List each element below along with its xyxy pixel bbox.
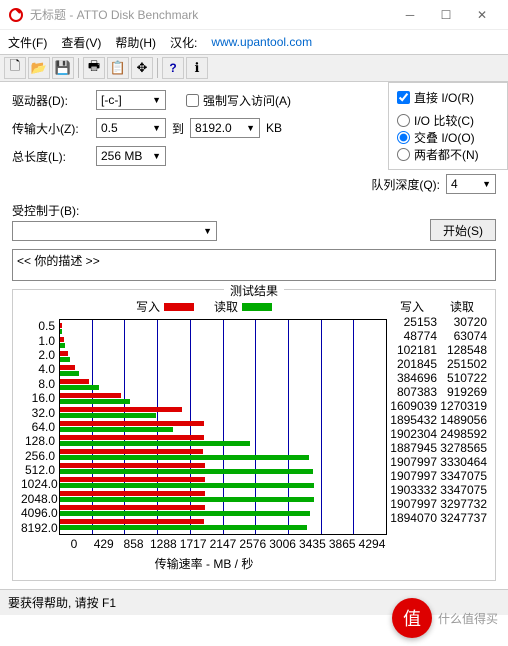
app-icon [8,7,24,23]
results-panel: 测试结果 写入 读取 0.51.02.04.08.016.032.064.012… [12,289,496,581]
window-title: 无标题 - ATTO Disk Benchmark [30,6,392,23]
io-options: 直接 I/O(R) I/O 比较(C) 交叠 I/O(O) 两者都不(N) [388,82,508,170]
drive-select[interactable]: [-c-]▼ [96,90,166,110]
new-icon[interactable]: 🗋 [4,57,26,79]
help-icon[interactable]: ? [162,57,184,79]
io-compare-radio[interactable]: I/O 比较(C) [397,112,499,129]
menu-view[interactable]: 查看(V) [61,34,101,51]
open-icon[interactable]: 📂 [28,57,50,79]
move-icon[interactable]: ✥ [131,57,153,79]
copy-icon[interactable]: 📋 [107,57,129,79]
menu-file[interactable]: 文件(F) [8,34,47,51]
main-panel: 驱动器(D): [-c-]▼ 强制写入访问(A) 传输大小(Z): 0.5▼ 到… [0,82,508,589]
length-select[interactable]: 256 MB▼ [96,146,166,166]
separator [157,58,158,78]
start-button[interactable]: 开始(S) [430,219,496,241]
whats-this-icon[interactable]: ℹ [186,57,208,79]
io-overlap-radio[interactable]: 交叠 I/O(O) [397,129,499,146]
save-icon[interactable]: 💾 [52,57,74,79]
results-title: 测试结果 [224,282,284,299]
x-axis-label: 传输速率 - MB / 秒 [21,555,387,572]
x-axis: 042985812881717214725763006343538654294 [59,537,387,551]
menu-help[interactable]: 帮助(H) [115,34,156,51]
chart: 0.51.02.04.08.016.032.064.0128.0256.0512… [21,319,387,535]
title-bar: 无标题 - ATTO Disk Benchmark ─ ☐ ✕ [0,0,508,30]
direct-io-checkbox[interactable]: 直接 I/O(R) [397,89,499,106]
description-input[interactable]: << 你的描述 >> [12,249,496,281]
queue-select[interactable]: 4▼ [446,174,496,194]
values-table: 写入读取 25153307204877463074102181128548201… [387,298,487,572]
queue-label: 队列深度(Q): [371,176,440,193]
chart-legend: 写入 读取 [21,298,387,315]
io-neither-radio[interactable]: 两者都不(N) [397,146,499,163]
watermark: 值 什么值得买 [392,598,498,638]
length-label: 总长度(L): [12,148,90,165]
force-write-checkbox[interactable]: 强制写入访问(A) [186,92,291,109]
drive-label: 驱动器(D): [12,92,90,109]
close-button[interactable]: ✕ [464,3,500,27]
separator [78,58,79,78]
kb-label: KB [266,121,282,135]
print-icon[interactable]: 🖶 [83,57,105,79]
menu-lang-label: 汉化: [170,34,197,51]
to-label: 到 [172,120,184,137]
size-to-select[interactable]: 8192.0▼ [190,118,260,138]
size-from-select[interactable]: 0.5▼ [96,118,166,138]
menu-bar: 文件(F) 查看(V) 帮助(H) 汉化: www.upantool.com [0,30,508,54]
size-label: 传输大小(Z): [12,120,90,137]
controlled-label: 受控制于(B): [12,202,424,219]
maximize-button[interactable]: ☐ [428,3,464,27]
menu-url-link[interactable]: www.upantool.com [211,35,312,49]
minimize-button[interactable]: ─ [392,3,428,27]
controlled-select[interactable]: ▼ [12,221,217,241]
toolbar: 🗋 📂 💾 🖶 📋 ✥ ? ℹ [0,54,508,82]
